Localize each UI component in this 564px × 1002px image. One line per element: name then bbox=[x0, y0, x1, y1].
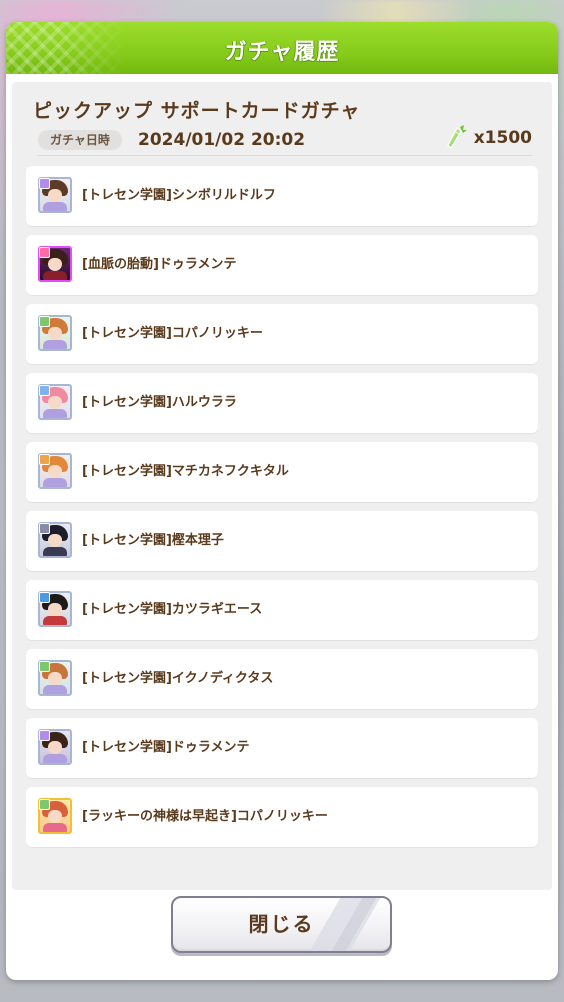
result-row[interactable]: [トレセン学園]イクノディクタス bbox=[26, 649, 538, 709]
dialog-title: ガチャ履歴 bbox=[224, 40, 340, 65]
support-card-icon bbox=[38, 453, 72, 489]
support-card-icon bbox=[38, 729, 72, 765]
result-row[interactable]: [トレセン学園]コパノリッキー bbox=[26, 304, 538, 364]
result-row[interactable]: [トレセン学園]ドゥラメンテ bbox=[26, 718, 538, 778]
support-card-icon bbox=[38, 591, 72, 627]
card-name: [トレセン学園]シンボリルドルフ bbox=[82, 188, 276, 203]
card-name: [トレセン学園]イクノディクタス bbox=[82, 671, 274, 686]
card-name: [ラッキーの神様は早起き]コパノリッキー bbox=[82, 809, 328, 824]
card-name: [トレセン学園]ハルウララ bbox=[82, 395, 237, 410]
result-row[interactable]: [トレセン学園]カツラギエース bbox=[26, 580, 538, 640]
card-name: [トレセン学園]マチカネフクキタル bbox=[82, 464, 289, 479]
banner-title: ピックアップ サポートカードガチャ bbox=[33, 100, 361, 122]
close-button-label: 閉じる bbox=[248, 912, 315, 936]
divider bbox=[38, 155, 532, 156]
gacha-cost-value: x1500 bbox=[473, 128, 532, 148]
result-row[interactable]: [ラッキーの神様は早起き]コパノリッキー bbox=[26, 787, 538, 847]
result-row[interactable]: [血脈の胎動]ドゥラメンテ bbox=[26, 235, 538, 295]
gacha-date-row: ガチャ日時 2024/01/02 20:02 x1500 bbox=[38, 125, 532, 152]
support-card-icon bbox=[38, 177, 72, 213]
gacha-date-value: 2024/01/02 20:02 bbox=[138, 130, 306, 150]
close-button[interactable]: 閉じる bbox=[171, 896, 392, 953]
dialog-header: ガチャ履歴 bbox=[6, 22, 558, 74]
gacha-history-dialog: ガチャ履歴 ピックアップ サポートカードガチャ ガチャ日時 2024/01/02… bbox=[6, 22, 558, 980]
support-card-icon bbox=[38, 315, 72, 351]
card-name: [トレセン学園]樫本理子 bbox=[82, 533, 224, 548]
support-card-icon bbox=[38, 522, 72, 558]
support-card-icon bbox=[38, 660, 72, 696]
support-card-icon bbox=[38, 798, 72, 834]
result-row[interactable]: [トレセン学園]樫本理子 bbox=[26, 511, 538, 571]
support-card-icon bbox=[38, 246, 72, 282]
card-name: [トレセン学園]カツラギエース bbox=[82, 602, 263, 617]
result-row[interactable]: [トレセン学園]シンボリルドルフ bbox=[26, 166, 538, 226]
card-name: [トレセン学園]ドゥラメンテ bbox=[82, 740, 250, 755]
gacha-date-label: ガチャ日時 bbox=[38, 130, 122, 150]
card-name: [血脈の胎動]ドゥラメンテ bbox=[82, 257, 237, 272]
result-row[interactable]: [トレセン学園]マチカネフクキタル bbox=[26, 442, 538, 502]
result-row[interactable]: [トレセン学園]ハルウララ bbox=[26, 373, 538, 433]
support-card-icon bbox=[38, 384, 72, 420]
carrot-jewel-icon bbox=[447, 125, 467, 149]
card-name: [トレセン学園]コパノリッキー bbox=[82, 326, 263, 341]
